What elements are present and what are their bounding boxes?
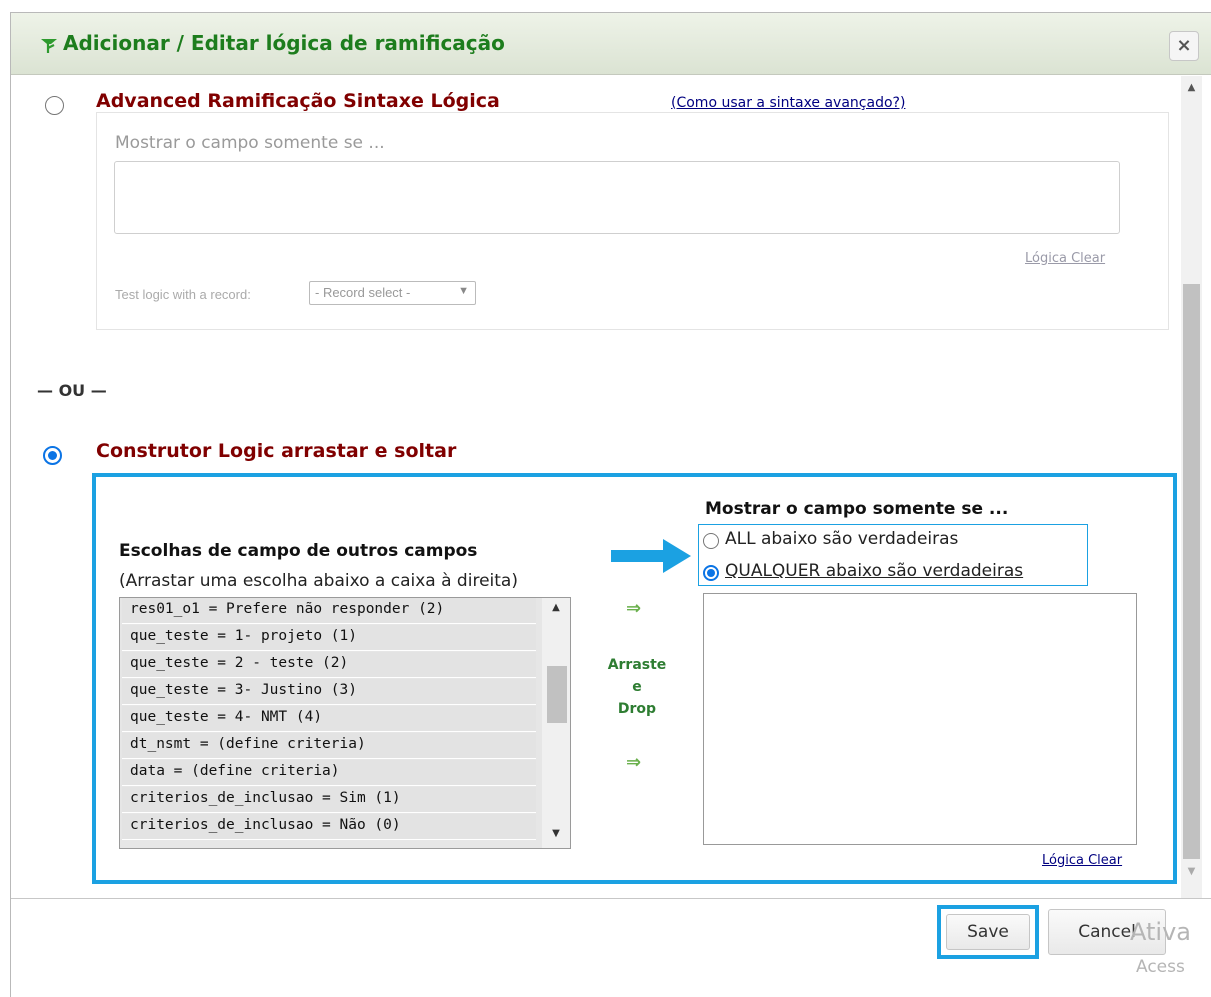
match-options-box: ALL abaixo são verdadeiras QUALQUER abai…	[698, 524, 1088, 586]
record-select-value: - Record select -	[315, 285, 411, 300]
drag-drop-hint: Arraste e Drop	[592, 654, 682, 720]
field-choices-list[interactable]: res01_o1 = Prefere não responder (2) que…	[119, 597, 571, 849]
drag-drop-builder-radio[interactable]	[43, 446, 62, 465]
list-item[interactable]: criterios_de_inclusao = Não (0)	[122, 814, 536, 840]
list-item[interactable]: res01_o1 = Prefere não responder (2)	[122, 598, 536, 624]
drag-right-arrow-icon: ⇒	[626, 598, 642, 619]
list-item[interactable]: que_teste = 2 - teste (2)	[122, 652, 536, 678]
footer-divider	[11, 898, 1211, 899]
scroll-up-icon[interactable]: ▲	[542, 602, 570, 613]
advanced-syntax-title: Advanced Ramificação Sintaxe Lógica	[96, 90, 500, 112]
branching-logic-dialog: Adicionar / Editar lógica de ramificação…	[10, 12, 1211, 997]
chevron-down-icon: ▼	[458, 285, 469, 297]
dialog-titlebar[interactable]: Adicionar / Editar lógica de ramificação…	[11, 13, 1211, 75]
dialog-scroll-thumb[interactable]	[1183, 284, 1200, 859]
close-icon: ×	[1176, 35, 1192, 56]
builder-clear-logic-link[interactable]: Lógica Clear	[1042, 853, 1122, 868]
scroll-up-icon[interactable]: ▲	[1181, 82, 1202, 98]
advanced-syntax-radio[interactable]	[45, 96, 64, 115]
choices-scroll-thumb[interactable]	[547, 666, 567, 723]
record-select-dropdown[interactable]: - Record select - ▼	[309, 281, 476, 305]
dialog-title: Adicionar / Editar lógica de ramificação	[63, 31, 505, 55]
option-all-radio[interactable]	[703, 533, 719, 549]
list-item[interactable]: que_teste = 1- projeto (1)	[122, 625, 536, 651]
activation-watermark: Ativa	[1130, 918, 1191, 946]
advanced-clear-logic-link[interactable]: Lógica Clear	[1025, 251, 1105, 266]
logic-drop-area[interactable]	[703, 593, 1137, 845]
show-field-title: Mostrar o campo somente se ...	[705, 499, 1009, 519]
option-any-radio[interactable]	[703, 565, 719, 581]
or-separator: — OU —	[37, 381, 107, 400]
advanced-logic-textarea[interactable]	[114, 161, 1120, 234]
list-item[interactable]: criterios_de_inclusao = Sim (1)	[122, 787, 536, 813]
syntax-help-link[interactable]: (Como usar a sintaxe avançado?)	[671, 95, 905, 111]
list-item[interactable]: data = (define criteria)	[122, 760, 536, 786]
drag-right-arrow-icon: ⇒	[626, 752, 642, 773]
scroll-down-icon[interactable]: ▼	[542, 828, 570, 839]
field-choices-subtitle: (Arrastar uma escolha abaixo a caixa à d…	[119, 571, 518, 591]
drag-hint-line2: e	[632, 679, 642, 695]
list-item[interactable]: que_teste = 3- Justino (3)	[122, 679, 536, 705]
drag-hint-line3: Drop	[617, 701, 657, 717]
activation-watermark-sub: Acess	[1136, 957, 1185, 977]
list-item[interactable]: dt_nsmt = (define criteria)	[122, 733, 536, 759]
branching-logic-icon	[41, 39, 57, 53]
scroll-down-icon[interactable]: ▼	[1181, 866, 1202, 882]
list-item[interactable]: que_teste = 4- NMT (4)	[122, 706, 536, 732]
save-button[interactable]: Save	[946, 914, 1030, 950]
option-all-label: ALL abaixo são verdadeiras	[725, 529, 959, 549]
save-button-highlight: Save	[937, 905, 1039, 959]
drag-hint-line1: Arraste	[607, 657, 667, 673]
dialog-content: Advanced Ramificação Sintaxe Lógica (Com…	[11, 76, 1211, 898]
option-any-label: QUALQUER abaixo são verdadeiras	[725, 561, 1024, 581]
dialog-scrollbar[interactable]: ▲ ▼	[1181, 76, 1202, 898]
choices-scrollbar[interactable]: ▲ ▼	[542, 598, 570, 848]
close-button[interactable]: ×	[1169, 31, 1199, 61]
drag-drop-builder-panel: Escolhas de campo de outros campos (Arra…	[92, 473, 1177, 884]
advanced-syntax-panel: Mostrar o campo somente se ... Lógica Cl…	[96, 112, 1169, 330]
advanced-show-field-label: Mostrar o campo somente se ...	[115, 133, 385, 153]
field-choices-title: Escolhas de campo de outros campos	[119, 541, 478, 561]
pointer-arrow-icon	[611, 539, 691, 573]
drag-drop-builder-title: Construtor Logic arrastar e soltar	[96, 440, 457, 462]
test-logic-label: Test logic with a record:	[115, 287, 251, 302]
